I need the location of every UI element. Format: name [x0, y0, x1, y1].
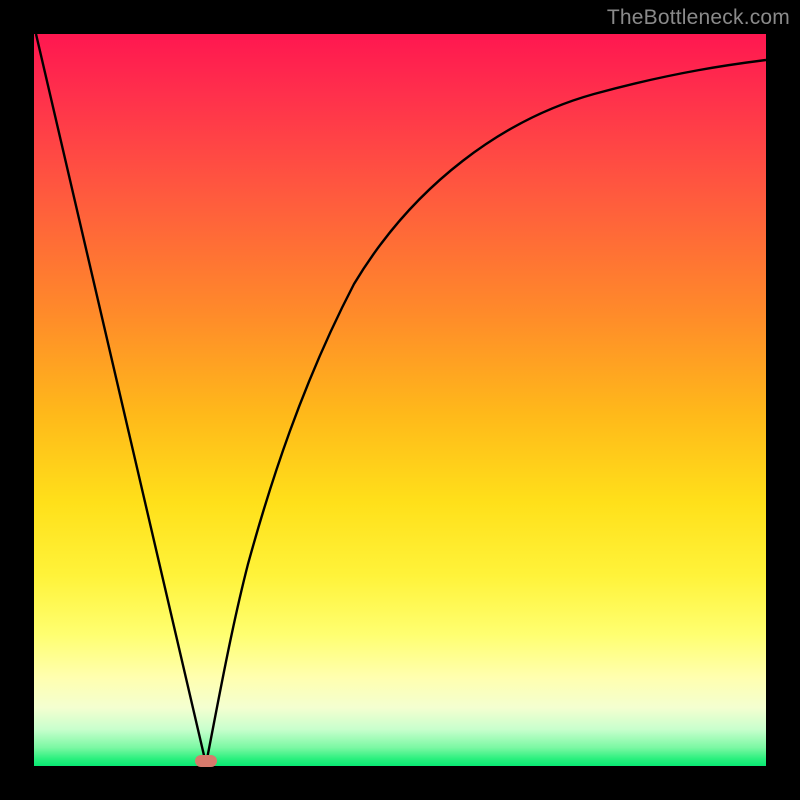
curve-right-limb: [206, 60, 766, 764]
watermark-text: TheBottleneck.com: [607, 6, 790, 30]
chart-plot-area: [34, 34, 766, 766]
chart-frame: TheBottleneck.com: [0, 0, 800, 800]
optimal-point-marker: [195, 755, 217, 767]
curve-left-limb: [36, 34, 206, 764]
bottleneck-curve: [34, 34, 766, 766]
